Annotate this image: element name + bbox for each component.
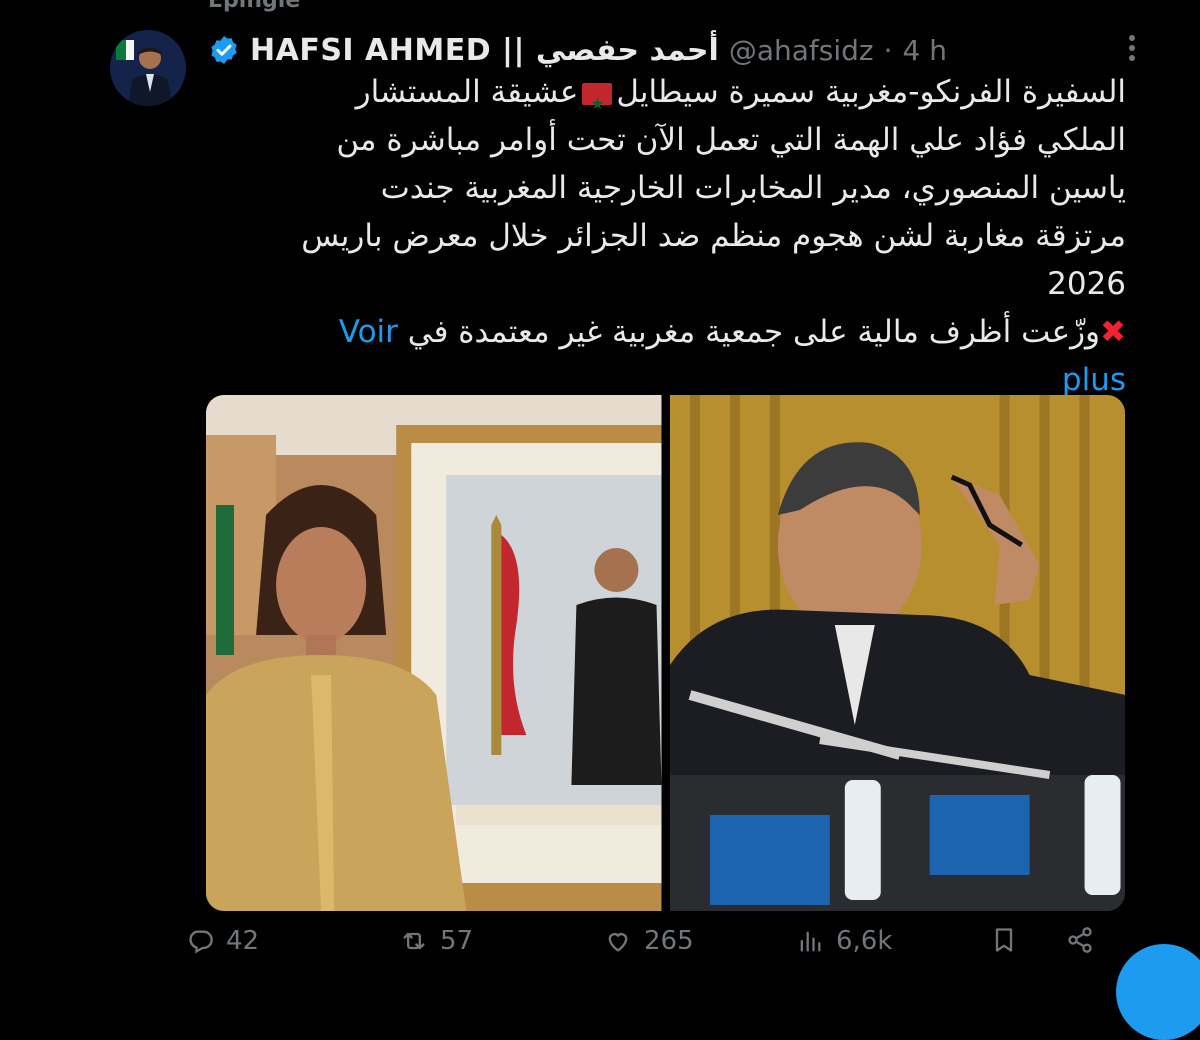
like-button[interactable]: 265 bbox=[604, 926, 694, 956]
media-photo-right[interactable] bbox=[669, 395, 1125, 911]
share-button[interactable] bbox=[1066, 926, 1094, 954]
more-options-icon bbox=[1129, 35, 1135, 61]
more-options-button[interactable] bbox=[1112, 28, 1152, 68]
reply-icon bbox=[189, 930, 213, 954]
author-display-name[interactable]: HAFSI AHMED || أحمد حفصي bbox=[250, 33, 719, 68]
tweet-media-grid bbox=[206, 395, 1125, 911]
analytics-icon bbox=[800, 931, 821, 952]
tweet-line-2: الملكي فؤاد علي الهمة التي تعمل الآن تحت… bbox=[336, 122, 1126, 158]
tweet-action-bar: 42 57 265 6,6k bbox=[0, 926, 1200, 966]
avatar-image bbox=[110, 30, 186, 106]
pinned-label: Épinglé bbox=[208, 0, 301, 13]
tweet-text-segment: وزّعت أظرف مالية على جمعية مغربية غير مع… bbox=[407, 314, 1101, 350]
media-photo-left[interactable] bbox=[206, 395, 662, 911]
avatar[interactable] bbox=[110, 30, 186, 106]
heart-icon bbox=[608, 933, 628, 952]
tweet-line-3: ياسين المنصوري، مدير المخابرات الخارجية … bbox=[380, 170, 1126, 206]
tweet-text: السفيرة الفرنكو-مغربية سميرة سيطايل عشيقة… bbox=[208, 68, 1126, 404]
reply-count: 42 bbox=[226, 926, 260, 956]
morocco-flag-icon bbox=[582, 80, 613, 116]
tweet-text-segment: عشيقة المستشار bbox=[355, 74, 579, 110]
like-count: 265 bbox=[644, 926, 694, 956]
tweet-line-4: مرتزقة مغاربة لشن هجوم منظم ضد الجزائر خ… bbox=[301, 218, 1126, 254]
views-button[interactable]: 6,6k bbox=[796, 926, 892, 956]
bookmark-icon bbox=[995, 928, 1013, 952]
tweet-text-segment: السفيرة الفرنكو-مغربية سميرة سيطايل bbox=[616, 74, 1126, 110]
tweet-header: HAFSI AHMED || أحمد حفصي @ahafsidz · 4 h bbox=[208, 28, 947, 72]
tweet-timestamp[interactable]: 4 h bbox=[903, 34, 947, 67]
cross-mark-icon: ✖ bbox=[1100, 314, 1126, 350]
reply-button[interactable]: 42 bbox=[186, 926, 259, 956]
tweet-line-6: ✖وزّعت أظرف مالية على جمعية مغربية غير م… bbox=[208, 308, 1126, 356]
separator-dot: · bbox=[883, 33, 893, 67]
share-icon bbox=[1068, 927, 1092, 953]
woman-portrait-image bbox=[206, 395, 662, 911]
author-handle[interactable]: @ahafsidz bbox=[729, 34, 874, 67]
repost-count: 57 bbox=[440, 926, 474, 956]
man-speaking-image bbox=[669, 395, 1125, 911]
tweet-line-5: 2026 bbox=[1047, 266, 1126, 302]
repost-button[interactable]: 57 bbox=[400, 926, 473, 956]
verified-badge-icon bbox=[211, 36, 237, 64]
tweet-line-1: السفيرة الفرنكو-مغربية سميرة سيطايل عشيقة… bbox=[208, 68, 1126, 116]
bookmark-button[interactable] bbox=[990, 926, 1018, 954]
show-more-link[interactable]: Voir bbox=[339, 314, 398, 350]
compose-button[interactable] bbox=[1116, 944, 1200, 1040]
view-count: 6,6k bbox=[836, 926, 893, 956]
repost-icon bbox=[403, 932, 425, 950]
